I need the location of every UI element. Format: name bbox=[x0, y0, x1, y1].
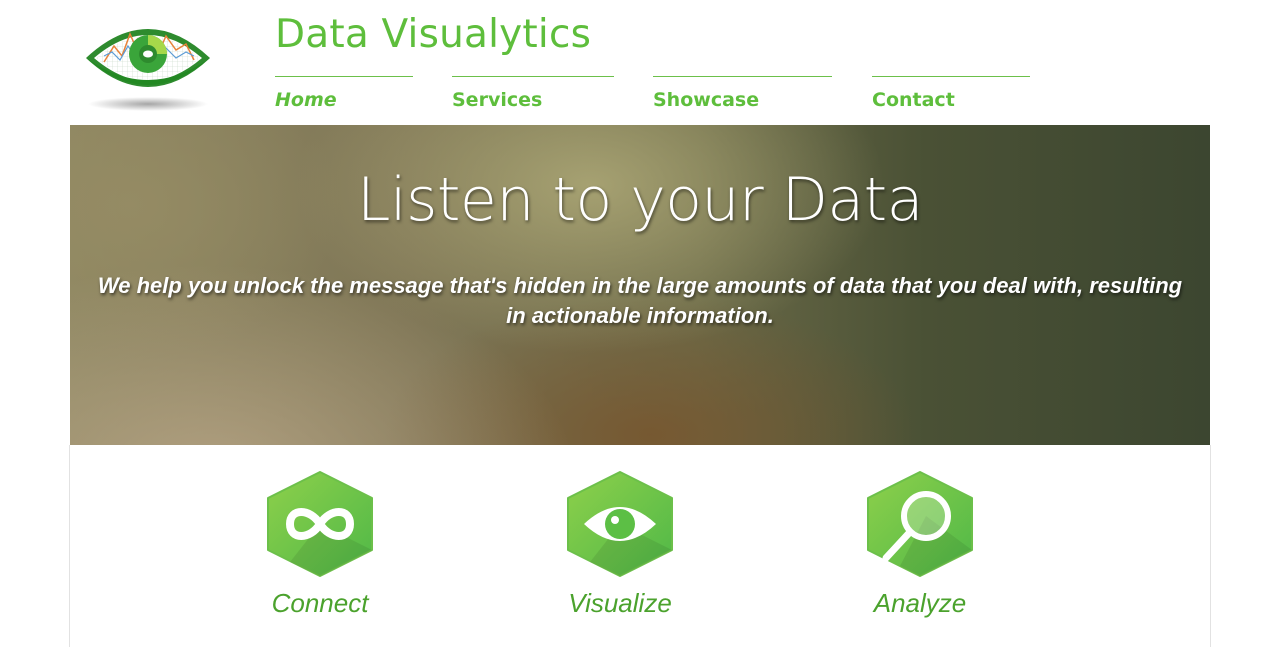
nav-showcase[interactable]: Showcase bbox=[653, 76, 832, 111]
logo[interactable] bbox=[82, 16, 216, 114]
feature-label-connect[interactable]: Connect bbox=[220, 588, 420, 619]
hero-subtitle: We help you unlock the message that's hi… bbox=[97, 273, 1183, 328]
hero-banner: Listen to your Data We help you unlock t… bbox=[70, 125, 1210, 445]
nav-contact[interactable]: Contact bbox=[872, 76, 1030, 111]
nav-home[interactable]: Home bbox=[275, 76, 413, 111]
eye-logo-icon bbox=[86, 29, 210, 111]
infinity-icon bbox=[267, 471, 373, 577]
magnifier-icon bbox=[867, 471, 973, 577]
nav-services[interactable]: Services bbox=[452, 76, 614, 111]
features-section: Connect Visualize Analyze bbox=[69, 445, 1211, 647]
feature-connect[interactable]: Connect bbox=[220, 470, 420, 619]
site-title[interactable]: Data Visualytics bbox=[275, 12, 591, 57]
eye-icon bbox=[567, 471, 673, 577]
hero-title: Listen to your Data bbox=[357, 165, 923, 235]
feature-visualize[interactable]: Visualize bbox=[520, 470, 720, 619]
feature-analyze[interactable]: Analyze bbox=[820, 470, 1020, 619]
feature-label-analyze[interactable]: Analyze bbox=[820, 588, 1020, 619]
feature-label-visualize[interactable]: Visualize bbox=[520, 588, 720, 619]
